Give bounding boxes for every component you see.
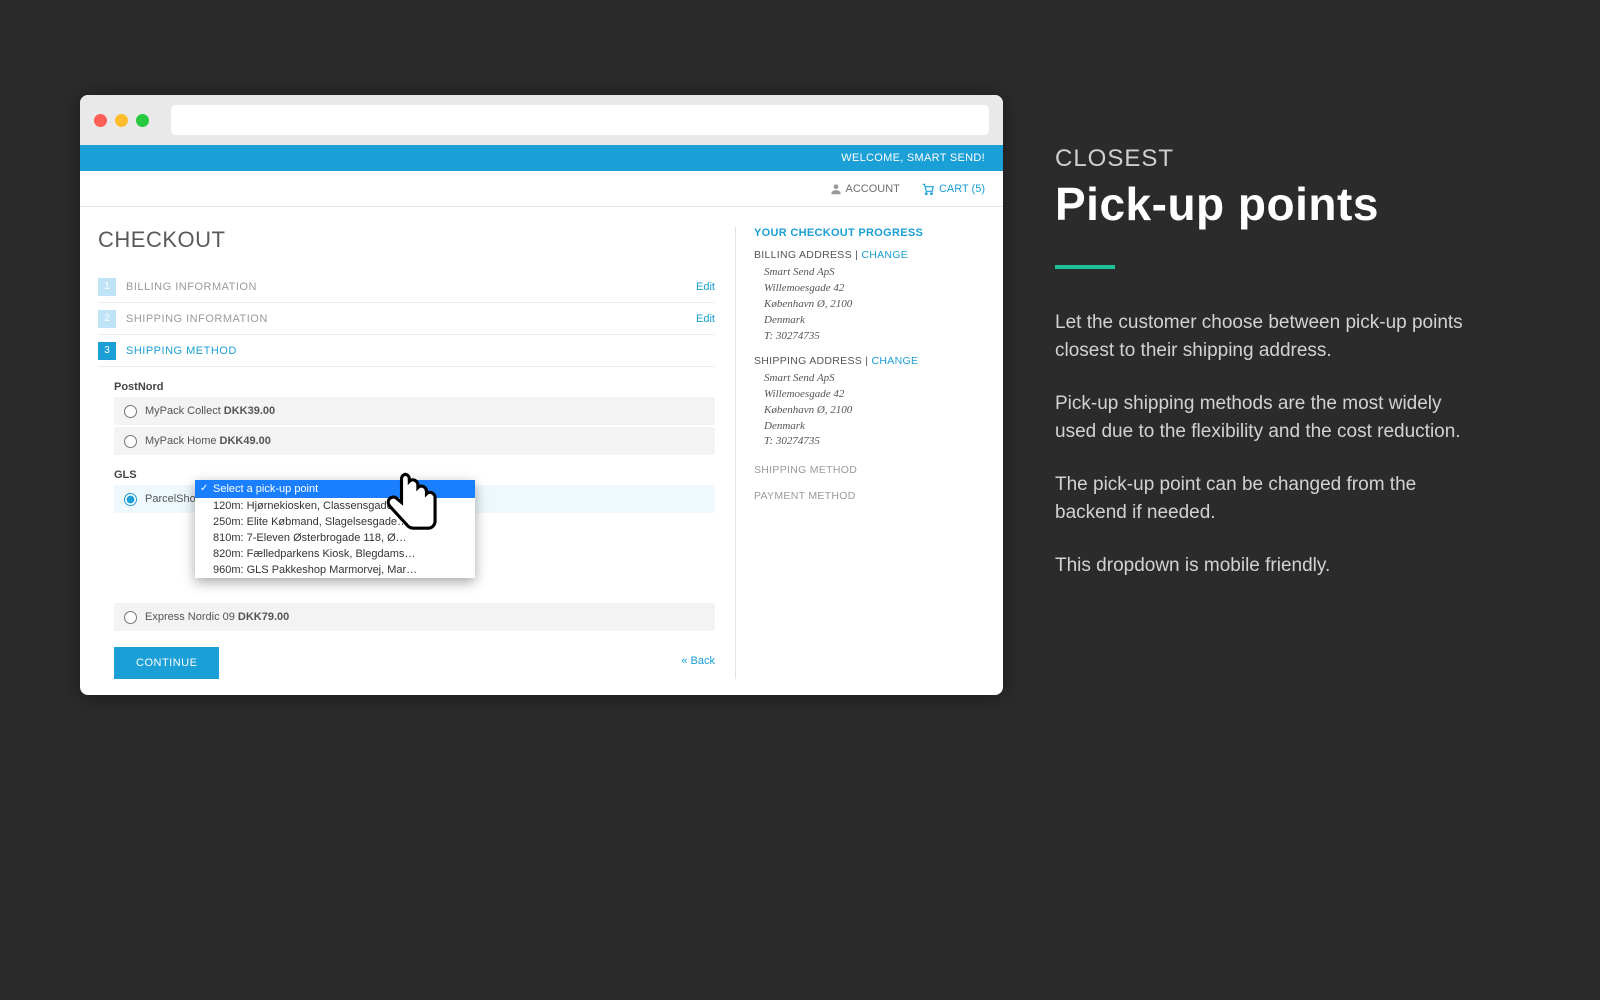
ship-name: MyPack Home bbox=[145, 435, 217, 447]
radio-input[interactable] bbox=[124, 435, 137, 448]
ship-name: MyPack Collect bbox=[145, 405, 221, 417]
maximize-icon[interactable] bbox=[136, 114, 149, 127]
progress-shipping-method: SHIPPING METHOD bbox=[754, 464, 985, 476]
welcome-text: WELCOME, SMART SEND! bbox=[841, 152, 985, 164]
promo-headline: Pick-up points bbox=[1055, 177, 1475, 231]
pointer-hand-icon bbox=[375, 465, 453, 543]
change-billing-link[interactable]: CHANGE bbox=[861, 249, 908, 261]
change-shipping-link[interactable]: CHANGE bbox=[872, 355, 919, 367]
progress-title: YOUR CHECKOUT PROGRESS bbox=[754, 227, 985, 239]
promo-kicker: CLOSEST bbox=[1055, 145, 1475, 173]
promo-panel: CLOSEST Pick-up points Let the customer … bbox=[1055, 145, 1475, 606]
step-shipping-info[interactable]: 2 SHIPPING INFORMATION Edit bbox=[98, 303, 715, 335]
progress-payment-method: PAYMENT METHOD bbox=[754, 490, 985, 502]
close-icon[interactable] bbox=[94, 114, 107, 127]
shipping-address-label: SHIPPING ADDRESS | CHANGE bbox=[754, 355, 985, 367]
edit-link[interactable]: Edit bbox=[696, 281, 715, 293]
promo-paragraph: Let the customer choose between pick-up … bbox=[1055, 309, 1475, 364]
minimize-icon[interactable] bbox=[115, 114, 128, 127]
billing-address-label: BILLING ADDRESS | CHANGE bbox=[754, 249, 985, 261]
step-shipping-method[interactable]: 3 SHIPPING METHOD bbox=[98, 335, 715, 367]
promo-paragraph: The pick-up point can be changed from th… bbox=[1055, 471, 1475, 526]
account-link[interactable]: ACCOUNT bbox=[829, 182, 900, 196]
ship-price: DKK49.00 bbox=[220, 435, 271, 447]
ship-name: Express Nordic 09 bbox=[145, 611, 235, 623]
ship-opt-mypack-collect[interactable]: MyPack Collect DKK39.00 bbox=[114, 397, 715, 425]
step-title: SHIPPING METHOD bbox=[126, 345, 715, 357]
welcome-bar: WELCOME, SMART SEND! bbox=[80, 145, 1003, 171]
step-title: SHIPPING INFORMATION bbox=[126, 313, 696, 325]
ship-price: DKK39.00 bbox=[224, 405, 275, 417]
group-postnord: PostNord bbox=[114, 381, 715, 393]
account-label: ACCOUNT bbox=[846, 182, 900, 194]
cart-icon bbox=[920, 182, 936, 196]
checkout-title: CHECKOUT bbox=[98, 227, 715, 253]
account-bar: ACCOUNT CART (5) bbox=[80, 171, 1003, 207]
checkout-progress-sidebar: YOUR CHECKOUT PROGRESS BILLING ADDRESS |… bbox=[735, 227, 985, 679]
browser-window: WELCOME, SMART SEND! ACCOUNT CART (5) CH… bbox=[80, 95, 1003, 695]
back-link[interactable]: « Back bbox=[681, 655, 715, 667]
step-title: BILLING INFORMATION bbox=[126, 281, 696, 293]
promo-divider bbox=[1055, 265, 1115, 269]
cart-label: CART (5) bbox=[939, 182, 985, 194]
step-num: 2 bbox=[98, 310, 116, 328]
promo-paragraph: Pick-up shipping methods are the most wi… bbox=[1055, 390, 1475, 445]
url-bar[interactable] bbox=[171, 105, 989, 135]
shipping-address: Smart Send ApS Willemoesgade 42 Københav… bbox=[754, 367, 985, 451]
step-billing[interactable]: 1 BILLING INFORMATION Edit bbox=[98, 271, 715, 303]
step-num: 1 bbox=[98, 278, 116, 296]
radio-input[interactable] bbox=[124, 611, 137, 624]
ship-name: ParcelShop bbox=[145, 493, 202, 505]
cart-link[interactable]: CART (5) bbox=[920, 182, 985, 196]
dropdown-item[interactable]: 820m: Fælledparkens Kiosk, Blegdams… bbox=[195, 546, 475, 562]
ship-price: DKK79.00 bbox=[238, 611, 289, 623]
ship-opt-mypack-home[interactable]: MyPack Home DKK49.00 bbox=[114, 427, 715, 455]
billing-address: Smart Send ApS Willemoesgade 42 Københav… bbox=[754, 261, 985, 345]
radio-input[interactable] bbox=[124, 493, 137, 506]
promo-paragraph: This dropdown is mobile friendly. bbox=[1055, 552, 1475, 580]
browser-chrome bbox=[80, 95, 1003, 145]
dropdown-item[interactable]: 960m: GLS Pakkeshop Marmorvej, Mar… bbox=[195, 562, 475, 578]
checkout-main: CHECKOUT 1 BILLING INFORMATION Edit 2 SH… bbox=[98, 227, 735, 679]
radio-input[interactable] bbox=[124, 405, 137, 418]
user-icon bbox=[829, 182, 843, 196]
continue-button[interactable]: CONTINUE bbox=[114, 647, 219, 679]
edit-link[interactable]: Edit bbox=[696, 313, 715, 325]
step-num: 3 bbox=[98, 342, 116, 360]
ship-opt-express[interactable]: Express Nordic 09 DKK79.00 bbox=[114, 603, 715, 631]
